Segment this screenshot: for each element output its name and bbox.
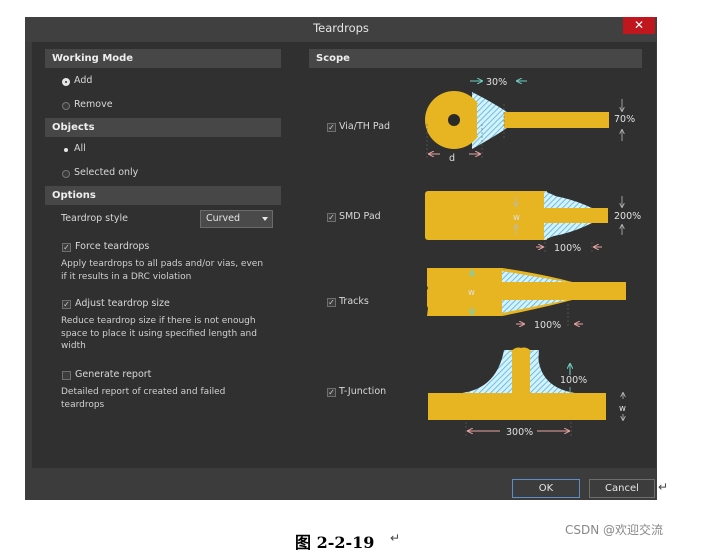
smd-dim-label: w bbox=[513, 213, 520, 223]
dialog-body: Working Mode Add Remove Objects All Sele… bbox=[32, 42, 656, 468]
tjunction-length-label: 300% bbox=[506, 427, 533, 438]
caption-return-mark-icon: ↵ bbox=[390, 531, 401, 545]
return-mark-icon: ↵ bbox=[658, 480, 669, 494]
via-pad-diagram: 30% 70% d bbox=[425, 77, 635, 164]
ok-button[interactable]: OK bbox=[512, 479, 580, 498]
tracks-length-label: 100% bbox=[534, 320, 561, 331]
close-button[interactable]: ✕ bbox=[623, 17, 655, 34]
t-junction-diagram: 100% w 300% bbox=[424, 347, 626, 438]
smd-pad-diagram: w 200% 100% bbox=[425, 191, 641, 254]
tracks-dim-label: w bbox=[468, 288, 475, 298]
tjunction-dim-label: w bbox=[619, 404, 626, 414]
figure-caption: 图 2-2-19 bbox=[295, 533, 375, 552]
via-width-label: 70% bbox=[614, 114, 635, 125]
via-length-label: 30% bbox=[486, 77, 507, 88]
title-bar[interactable]: Teardrops ✕ bbox=[25, 17, 657, 42]
smd-width-label: 200% bbox=[614, 211, 641, 222]
smd-length-label: 100% bbox=[554, 243, 581, 254]
via-dim-label: d bbox=[449, 153, 455, 164]
watermark: CSDN @欢迎交流 bbox=[565, 523, 664, 537]
cancel-button[interactable]: Cancel bbox=[589, 479, 655, 498]
dialog-title: Teardrops bbox=[313, 21, 369, 35]
teardrops-dialog: Teardrops ✕ Working Mode Add Remove Obje… bbox=[25, 17, 657, 500]
tjunction-width-label: 100% bbox=[560, 375, 587, 386]
tracks-diagram: w 100% bbox=[423, 268, 630, 331]
teardrop-illustrations: 30% 70% d w 200% 100% w 100% 100% w 300% bbox=[423, 77, 641, 438]
